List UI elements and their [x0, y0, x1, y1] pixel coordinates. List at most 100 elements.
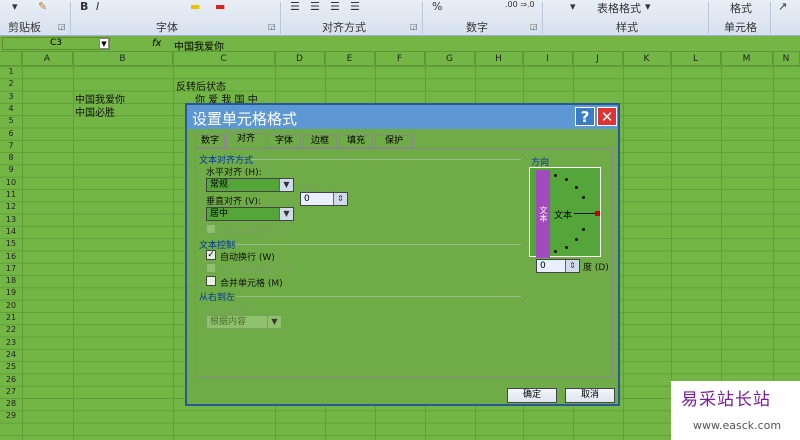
row-header[interactable]: 9	[0, 164, 22, 176]
row-header[interactable]: 19	[0, 287, 22, 299]
indent-stepper[interactable]: 0 ⇕	[300, 192, 348, 206]
orientation-dot	[554, 250, 557, 253]
row-header[interactable]: 3	[0, 91, 22, 103]
justify-distributed-checkbox[interactable]	[206, 224, 216, 234]
row-header[interactable]: 11	[0, 189, 22, 201]
close-button[interactable]: ✕	[597, 107, 617, 126]
column-header-g[interactable]: G	[425, 52, 475, 66]
row-header[interactable]: 26	[0, 374, 22, 386]
decimal-icon[interactable]: .00 ⇒.0	[505, 0, 535, 9]
column-header-j[interactable]: J	[573, 52, 623, 66]
clipboard-launcher-icon[interactable]: ◲	[58, 22, 66, 31]
tab-number[interactable]: 数字	[195, 135, 225, 148]
orientation-control[interactable]: 文本 文本	[529, 167, 601, 258]
column-header-h[interactable]: H	[475, 52, 523, 66]
row-header[interactable]: 20	[0, 300, 22, 312]
paste-dropdown-icon[interactable]: ▾	[12, 0, 18, 13]
row-header[interactable]: 29	[0, 410, 22, 422]
cell-format-button[interactable]: 格式	[730, 0, 752, 16]
row-header[interactable]: 7	[0, 140, 22, 152]
row-header[interactable]: 1	[0, 66, 22, 78]
text-direction-select[interactable]: 根据内容 ▼	[206, 315, 282, 329]
row-header[interactable]: 6	[0, 128, 22, 140]
orientation-dot	[575, 186, 578, 189]
vertical-select[interactable]: 居中 ▼	[206, 207, 294, 221]
merge-cells-checkbox[interactable]	[206, 276, 216, 286]
name-box-dropdown-icon[interactable]: ▼	[99, 38, 109, 49]
tab-border[interactable]: 边框	[303, 135, 337, 148]
group-clipboard: 剪贴板	[8, 21, 41, 34]
formula-input[interactable]: 中国我爱你	[174, 38, 224, 53]
row-header[interactable]: 16	[0, 251, 22, 263]
row-header[interactable]: 27	[0, 386, 22, 398]
number-launcher-icon[interactable]: ◲	[530, 22, 538, 31]
row-header[interactable]: 17	[0, 263, 22, 275]
column-header-c[interactable]: C	[173, 52, 275, 66]
row-header[interactable]: 13	[0, 214, 22, 226]
number-format-icon[interactable]: %	[432, 0, 442, 13]
degree-stepper[interactable]: 0 ⇕	[536, 259, 580, 273]
column-header-l[interactable]: L	[671, 52, 721, 66]
alignment-launcher-icon[interactable]: ◲	[410, 22, 418, 31]
horizontal-select[interactable]: 常规 ▼	[206, 178, 294, 192]
shrink-to-fit-checkbox[interactable]	[206, 263, 216, 273]
group-font: 字体	[156, 21, 178, 34]
dialog-titlebar[interactable]: 设置单元格格式 ? ✕	[187, 105, 618, 129]
fill-color-icon[interactable]: ▬	[190, 0, 200, 13]
tab-protection[interactable]: 保护	[375, 135, 413, 148]
italic-icon[interactable]: I	[96, 0, 99, 13]
orientation-handle[interactable]	[595, 211, 600, 216]
chevron-down-icon[interactable]: ▾	[570, 0, 576, 13]
tab-alignment[interactable]: 对齐	[226, 133, 266, 148]
row-header[interactable]: 22	[0, 324, 22, 336]
wrap-text-checkbox[interactable]: ✓	[206, 250, 216, 260]
row-header[interactable]: 24	[0, 349, 22, 361]
select-all-corner[interactable]	[0, 52, 22, 66]
chevron-down-icon[interactable]: ▾	[645, 0, 651, 13]
cell-b4[interactable]: 中国必胜	[75, 104, 115, 119]
row-header[interactable]: 4	[0, 103, 22, 115]
tab-fill[interactable]: 填充	[339, 135, 373, 148]
cancel-button[interactable]: 取消	[565, 388, 615, 403]
row-header[interactable]: 8	[0, 152, 22, 164]
indent-icon[interactable]: ☰	[350, 0, 360, 13]
formula-bar: C3 ▼ fx 中国我爱你	[0, 36, 800, 53]
row-header[interactable]: 23	[0, 337, 22, 349]
column-header-a[interactable]: A	[22, 52, 73, 66]
vertical-text-button[interactable]: 文本	[536, 170, 550, 258]
column-header-i[interactable]: I	[523, 52, 573, 66]
row-header[interactable]: 21	[0, 312, 22, 324]
watermark: 易采站长站 www.easck.com	[671, 381, 800, 440]
row-header[interactable]: 12	[0, 201, 22, 213]
align-right-icon[interactable]: ☰	[330, 0, 340, 13]
column-header-e[interactable]: E	[325, 52, 375, 66]
column-header-d[interactable]: D	[275, 52, 325, 66]
font-color-icon[interactable]: ▬	[215, 0, 225, 13]
font-launcher-icon[interactable]: ◲	[268, 22, 276, 31]
column-header-f[interactable]: F	[375, 52, 425, 66]
column-header-k[interactable]: K	[623, 52, 671, 66]
column-header-n[interactable]: N	[773, 52, 800, 66]
format-painter-icon[interactable]: ✎	[38, 0, 47, 13]
row-header[interactable]: 14	[0, 226, 22, 238]
row-header[interactable]: 10	[0, 177, 22, 189]
watermark-url: www.easck.com	[693, 419, 782, 432]
row-header[interactable]: 2	[0, 78, 22, 90]
help-button[interactable]: ?	[575, 107, 595, 126]
row-header[interactable]: 25	[0, 361, 22, 373]
bold-icon[interactable]: B	[80, 0, 88, 13]
ok-button[interactable]: 确定	[507, 388, 557, 403]
align-left-icon[interactable]: ☰	[290, 0, 300, 13]
tab-font[interactable]: 字体	[267, 135, 301, 148]
name-box[interactable]: C3	[2, 37, 110, 50]
insert-function-icon[interactable]: fx	[152, 38, 161, 49]
column-header-b[interactable]: B	[73, 52, 173, 66]
row-header[interactable]: 15	[0, 238, 22, 250]
row-header[interactable]: 18	[0, 275, 22, 287]
column-header-m[interactable]: M	[721, 52, 773, 66]
align-center-icon[interactable]: ☰	[310, 0, 320, 13]
sort-icon[interactable]: ↗	[778, 0, 787, 13]
row-header[interactable]: 5	[0, 115, 22, 127]
table-format-button[interactable]: 表格格式	[597, 0, 641, 16]
row-header[interactable]: 28	[0, 398, 22, 410]
